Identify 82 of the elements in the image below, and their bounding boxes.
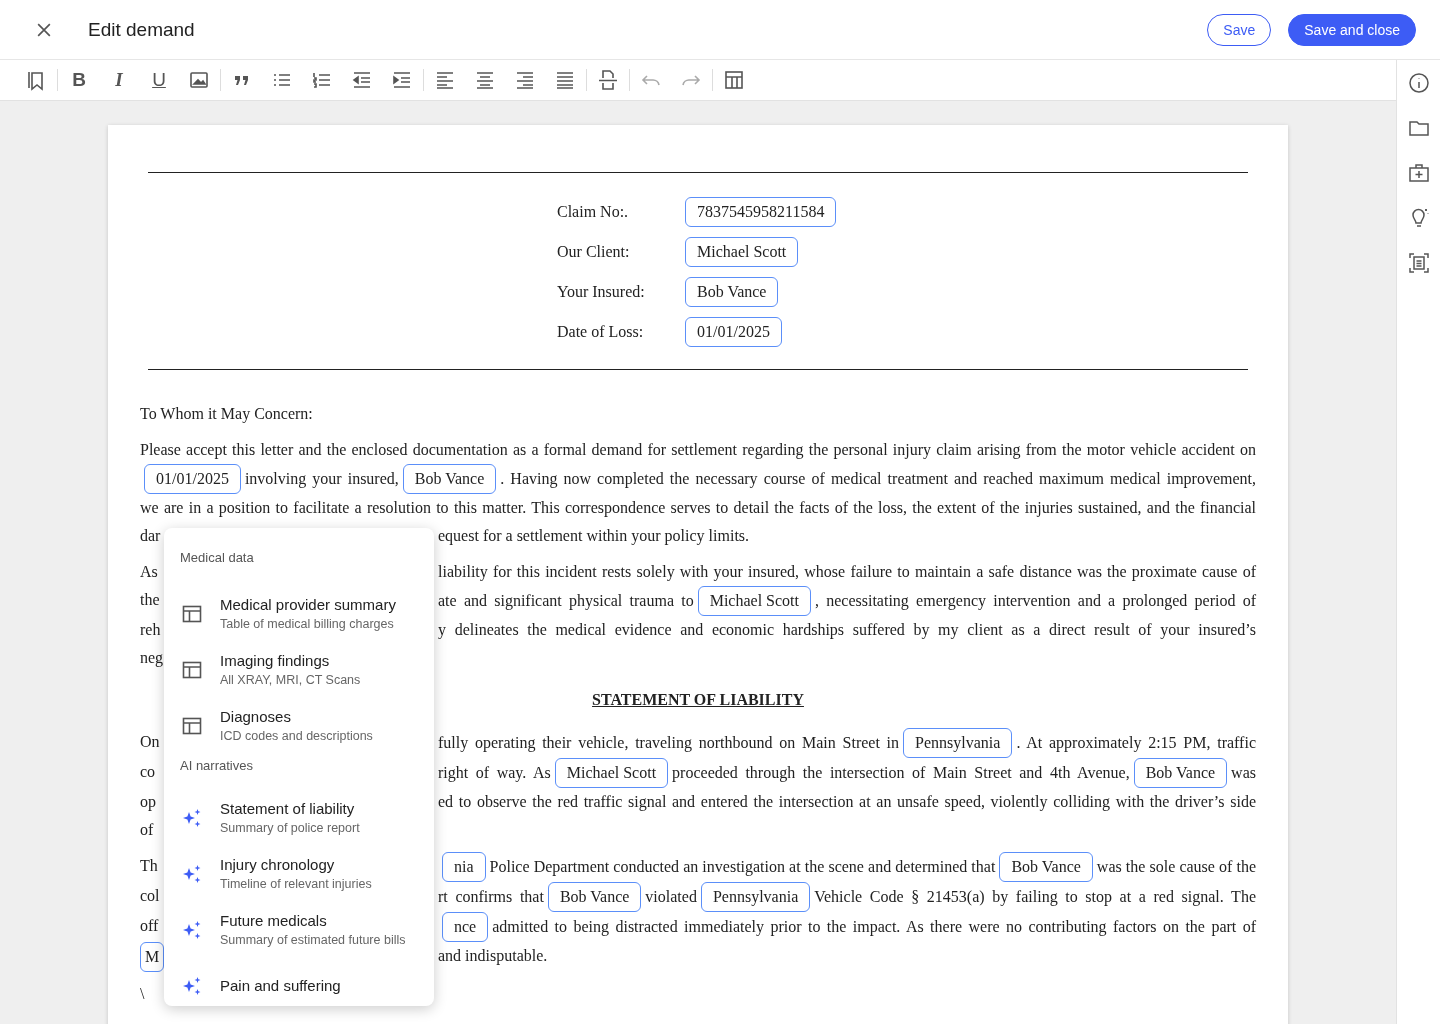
letter-text: op bbox=[140, 793, 156, 810]
italic-button[interactable]: I bbox=[107, 68, 131, 92]
field-chip[interactable]: Bob Vance bbox=[999, 852, 1093, 882]
letter-text: of bbox=[140, 821, 154, 838]
page-break-icon[interactable] bbox=[596, 68, 620, 92]
letter-text: reh bbox=[140, 621, 161, 638]
field-chip[interactable]: 7837545958211584 bbox=[685, 197, 837, 227]
menu-item-description: Timeline of relevant injuries bbox=[220, 876, 372, 893]
letter-text: Please accept this letter and the enclosed documentation as a formal demand for settlement regarding the personal injury claim arising from the motor vehicle accident on bbox=[140, 441, 1256, 458]
letter-text: we are in a position to facilitate a resolution to this matter. This correspondence serves to detail the facts of the loss, the extent of the injuries sustained, and the financial bbox=[140, 499, 1256, 516]
letter-text: off bbox=[140, 917, 159, 934]
field-chip[interactable]: Bob Vance bbox=[685, 277, 779, 307]
menu-item[interactable]: Injury chronology bbox=[220, 855, 372, 875]
field-label: Your Insured: bbox=[557, 283, 646, 301]
letter-text: was the sole cause of the bbox=[1096, 858, 1256, 875]
field-chip[interactable]: Pennsylvania bbox=[700, 882, 811, 912]
menu-item[interactable]: Future medicals bbox=[220, 911, 406, 931]
menu-section-title: Medical data bbox=[179, 550, 255, 567]
field-chip[interactable]: nce bbox=[442, 912, 489, 942]
letter-text: equest for a settlement within your policy limits. bbox=[438, 527, 750, 544]
letter-text: was bbox=[1231, 764, 1256, 781]
menu-item-description: Summary of estimated future bills bbox=[220, 932, 406, 949]
menu-item-description: Summary of police report bbox=[220, 820, 360, 837]
letter-text: proceeded through the intersection of Main Street and 4th Avenue, bbox=[672, 764, 1130, 781]
letter-text: dar bbox=[140, 527, 161, 544]
letter-text: . At approximately 2:15 PM, traffic bbox=[1016, 734, 1256, 751]
field-chip[interactable]: Bob Vance bbox=[547, 882, 642, 912]
field-chip[interactable]: Michael Scott bbox=[554, 758, 669, 788]
table-icon[interactable] bbox=[722, 68, 746, 92]
letter-text: fully operating their vehicle, traveling northbound on Main Street in bbox=[438, 734, 900, 751]
menu-item[interactable]: Medical provider summary bbox=[220, 595, 396, 615]
letter-text: the bbox=[140, 591, 160, 608]
save-and-close-button[interactable]: Save and close bbox=[1288, 13, 1416, 46]
field-label: Claim No:. bbox=[557, 203, 630, 221]
field-chip[interactable]: Michael Scott bbox=[685, 237, 799, 267]
letter-text: On bbox=[140, 733, 160, 750]
letter-text: ate and significant physical trauma to bbox=[438, 592, 694, 609]
letter-text: violated bbox=[645, 888, 697, 905]
letter-text: \ bbox=[140, 985, 145, 1002]
field-chip[interactable]: Pennsylvania bbox=[903, 728, 1013, 758]
field-chip[interactable]: 01/01/2025 bbox=[685, 317, 782, 347]
letter-text: right of way. As bbox=[438, 764, 551, 781]
letter-text: and indisputable. bbox=[438, 947, 548, 964]
letter-text: col bbox=[140, 887, 160, 904]
document-scan-icon[interactable] bbox=[1406, 251, 1431, 275]
menu-item[interactable]: Statement of liability bbox=[220, 799, 360, 819]
info-icon[interactable] bbox=[1406, 71, 1431, 95]
menu-item-description: ICD codes and descriptions bbox=[220, 728, 373, 745]
field-chip[interactable]: Bob Vance bbox=[1133, 758, 1228, 788]
field-chip[interactable]: 01/01/2025 bbox=[144, 464, 241, 494]
letter-text: . Having now completed the necessary course of medical treatment and reached maximum medical improvement, bbox=[500, 470, 1256, 487]
menu-item[interactable]: Pain and suffering bbox=[220, 976, 341, 996]
section-heading: STATEMENT OF LIABILITY bbox=[591, 690, 805, 710]
menu-section-title: AI narratives bbox=[179, 758, 254, 775]
letter-text: y delineates the medical evidence and economic hardships suffered by my client as a direct result of your insured’s bbox=[438, 621, 1256, 638]
menu-item-description: All XRAY, MRI, CT Scans bbox=[220, 672, 361, 689]
underline-button[interactable]: U bbox=[147, 68, 171, 92]
page-title: Edit demand bbox=[88, 18, 195, 41]
letter-text: ed to observe the red traffic signal and entered the intersection at an unsafe speed, violently colliding with the driver’s side bbox=[438, 793, 1256, 810]
field-chip[interactable]: Michael Scott bbox=[697, 586, 811, 616]
letter-text: liability for this incident rests solely with your insured, whose failure to maintain a safe distance was the proximate cause of bbox=[438, 563, 1256, 580]
medical-kit-icon[interactable] bbox=[1406, 161, 1431, 185]
letter-text: rt confirms that bbox=[438, 888, 544, 905]
letter-text: Vehicle Code § 21453(a) by failing to stop at a red signal. The bbox=[814, 888, 1256, 905]
menu-item[interactable]: Imaging findings bbox=[220, 651, 361, 671]
letter-text: Th bbox=[140, 857, 158, 874]
letter-text: As bbox=[140, 563, 158, 580]
letter-text: Police Department conducted an investigation at the scene and determined that bbox=[489, 858, 996, 875]
menu-item-description: Table of medical billing charges bbox=[220, 616, 395, 633]
letter-text: co bbox=[140, 763, 156, 780]
letter-text: , necessitating emergency intervention and a prolonged period of bbox=[815, 592, 1256, 609]
field-label: Date of Loss: bbox=[557, 323, 645, 341]
menu-item[interactable]: Diagnoses bbox=[220, 707, 373, 727]
letter-text: neg bbox=[140, 649, 164, 666]
letter-text: admitted to being distracted immediately prior to the impact. As there were no contributing factors on the part of bbox=[492, 918, 1256, 935]
field-label: Our Client: bbox=[557, 243, 631, 261]
letter-text: involving your insured, bbox=[244, 470, 399, 487]
bold-button[interactable]: B bbox=[67, 68, 91, 92]
field-chip[interactable]: Bob Vance bbox=[402, 464, 497, 494]
letter-text: To Whom it May Concern: bbox=[140, 405, 313, 422]
field-chip[interactable]: nia bbox=[442, 852, 486, 882]
save-button[interactable]: Save bbox=[1207, 13, 1272, 46]
